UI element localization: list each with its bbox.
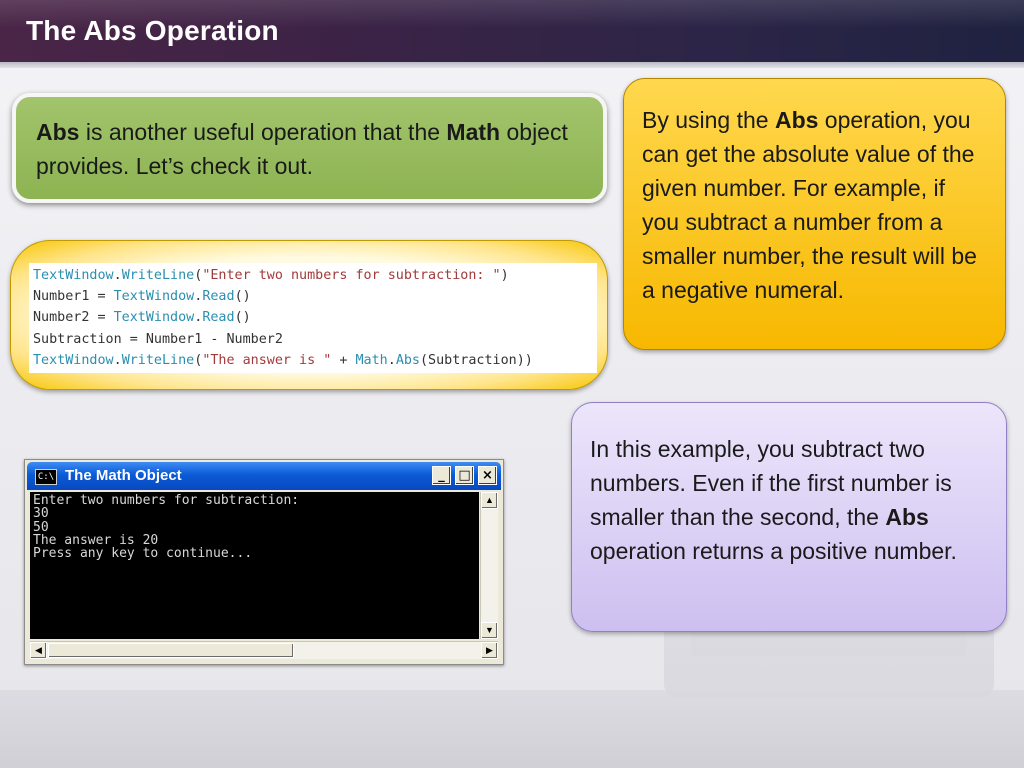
code-token: Number2 = — [33, 310, 114, 326]
vertical-scrollbar[interactable]: ▲ ▼ — [480, 492, 498, 639]
code-token: . — [113, 352, 122, 368]
close-button[interactable]: × — [478, 466, 497, 485]
code-line: Number2 = TextWindow.Read() — [33, 307, 593, 328]
explain-callout: By using the Abs operation, you can get … — [623, 78, 1006, 350]
explain-bold-abs: Abs — [774, 107, 819, 133]
example-text-2: operation returns a positive number. — [590, 538, 957, 564]
scroll-down-button[interactable]: ▼ — [481, 622, 498, 639]
code-token: Read — [202, 289, 235, 305]
code-token: () — [234, 289, 251, 305]
console-line: 30 — [33, 506, 49, 522]
intro-bold-abs: Abs — [36, 119, 80, 145]
example-bold-abs: Abs — [885, 504, 929, 530]
code-token: . — [113, 268, 122, 283]
example-callout: In this example, you subtract two number… — [571, 402, 1007, 632]
code-callout: TextWindow.WriteLine("Enter two numbers … — [10, 240, 608, 390]
code-line: Subtraction = Number1 - Number2 — [33, 329, 593, 350]
intro-bold-math: Math — [446, 119, 501, 145]
code-token: TextWindow — [33, 268, 114, 283]
horizontal-scrollbar[interactable]: ◀ ▶ — [30, 641, 498, 659]
console-line: Press any key to continue... — [33, 546, 253, 562]
explain-text-1: By using the — [642, 107, 775, 133]
code-listing: TextWindow.WriteLine("Enter two numbers … — [29, 263, 597, 373]
code-line: Number1 = TextWindow.Read() — [33, 286, 593, 307]
code-line: TextWindow.WriteLine("The answer is " + … — [33, 350, 593, 371]
console-window: C:\ The Math Object _ □ × Enter two numb… — [24, 459, 504, 665]
code-token: Math — [355, 352, 388, 368]
slide-title: The Abs Operation — [26, 15, 279, 46]
code-token: . — [387, 352, 396, 368]
console-app-icon[interactable]: C:\ — [35, 469, 57, 485]
console-title: The Math Object — [65, 467, 182, 484]
code-token: WriteLine — [121, 268, 195, 283]
background-floor-decoration — [0, 690, 1024, 768]
console-line: Enter two numbers for subtraction: — [33, 493, 300, 508]
code-token: + — [331, 352, 356, 368]
code-token: ) — [500, 268, 509, 283]
code-token: Subtraction = Number1 - Number2 — [33, 331, 283, 347]
code-token: TextWindow — [113, 289, 195, 305]
maximize-button[interactable]: □ — [455, 466, 474, 485]
code-token: () — [234, 310, 251, 326]
title-underline — [0, 62, 1024, 68]
code-token: "The answer is " — [202, 352, 332, 368]
code-token: Abs — [395, 352, 420, 368]
horizontal-scroll-thumb[interactable] — [48, 643, 294, 658]
code-token: Number1 = — [33, 289, 114, 305]
code-token: TextWindow — [33, 352, 114, 368]
code-token: "Enter two numbers for subtraction: " — [202, 268, 501, 283]
scroll-right-button[interactable]: ▶ — [481, 642, 498, 659]
explain-text-2: operation, you can get the absolute valu… — [642, 107, 977, 303]
minimize-button[interactable]: _ — [432, 466, 451, 485]
scroll-left-button[interactable]: ◀ — [30, 642, 47, 659]
intro-callout: Abs is another useful operation that the… — [12, 93, 607, 203]
console-output: Enter two numbers for subtraction: 30 50 Th… — [30, 492, 479, 639]
code-token: Read — [202, 310, 235, 326]
console-title-bar[interactable]: C:\ The Math Object _ □ × — [27, 462, 501, 490]
code-token: WriteLine — [121, 352, 195, 368]
scroll-up-button[interactable]: ▲ — [481, 492, 498, 509]
code-token: (Subtraction)) — [420, 352, 533, 368]
intro-text-1: is another useful operation that the — [79, 119, 447, 145]
slide-title-bar: The Abs Operation — [0, 0, 1024, 62]
code-line: TextWindow.WriteLine("Enter two numbers … — [33, 265, 593, 286]
code-token: TextWindow — [113, 310, 195, 326]
console-line: 50 — [33, 519, 49, 535]
console-line: The answer is 20 — [33, 532, 159, 548]
